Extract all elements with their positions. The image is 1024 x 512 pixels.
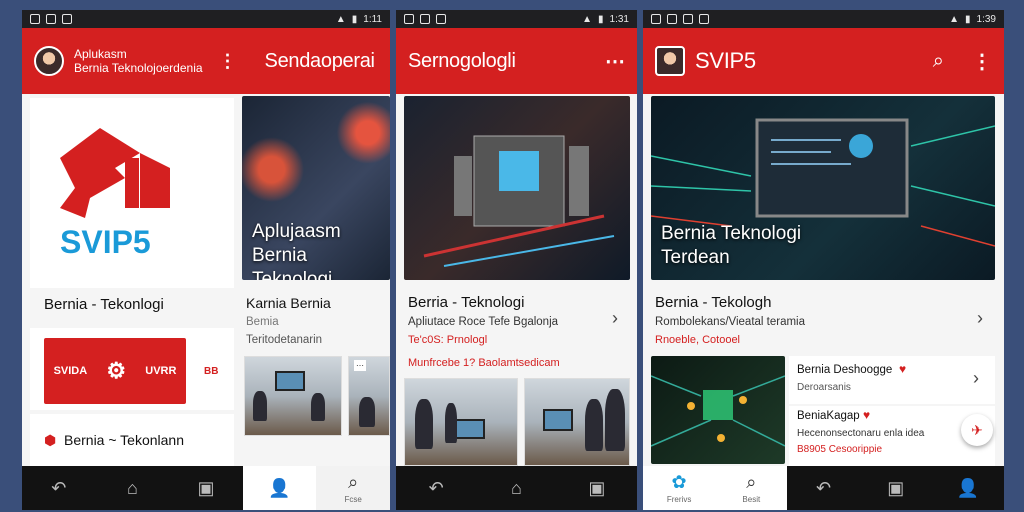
recents-icon[interactable]: ▣ <box>557 466 637 510</box>
battery-icon: ▮ <box>351 13 358 25</box>
search-icon[interactable]: ⌕ <box>933 50 944 73</box>
status-bar: ▲ ▮ 1:11 <box>22 10 390 28</box>
feature-sub: Bemia <box>246 316 279 328</box>
card-sub: Apliutace Roce Tefe Bgalonja <box>408 316 559 328</box>
heart-icon: ♥ <box>863 408 871 422</box>
card-heading: Bernia - Tekologh <box>655 294 772 311</box>
app-bar: Sernogologli ⋯ <box>396 28 637 94</box>
office-photo[interactable] <box>404 378 518 466</box>
card-heading: Berria - Teknologi <box>408 294 525 311</box>
status-time: 1:11 <box>363 13 382 25</box>
gear-icon: ⚙ <box>106 358 127 383</box>
search-icon: ⌕ <box>746 472 757 492</box>
banner-side-label: BB <box>204 366 219 377</box>
photo-label: ⋯ <box>354 360 366 371</box>
feature-image[interactable]: Aplujaasm Bernia Teknologi <box>242 96 390 280</box>
chevron-right-icon[interactable]: › <box>977 308 983 329</box>
more-options-icon[interactable]: ⋯ <box>605 49 625 74</box>
status-bar: ▲ ▮ 1:31 <box>396 10 637 28</box>
heart-icon: ♥ <box>899 362 907 376</box>
recents-icon[interactable]: ▣ <box>860 466 932 510</box>
logo-card[interactable]: SVIP5 <box>30 98 234 288</box>
notification-icon <box>683 14 693 24</box>
status-time: 1:31 <box>609 13 629 25</box>
nav-tab-search[interactable]: ⌕ Besit <box>715 466 788 510</box>
back-icon[interactable]: ↶ <box>396 466 476 510</box>
chevron-right-icon[interactable]: › <box>973 368 979 389</box>
notification-icon <box>667 14 677 24</box>
feature-overlay-text: Aplujaasm Bernia Teknologi <box>252 221 341 280</box>
chevron-right-icon[interactable]: › <box>612 308 618 329</box>
logo-text: SVIP5 <box>60 224 151 260</box>
phone-screen-2: ▲ ▮ 1:31 Sernogologli ⋯ Berria - Teknologi… <box>396 10 637 510</box>
back-icon[interactable]: ↶ <box>22 466 96 510</box>
profile-icon[interactable]: 👤 <box>932 466 1004 510</box>
notification-icon <box>651 14 661 24</box>
nav-tab-home[interactable]: ✿ Frerivs <box>643 466 716 510</box>
battery-icon: ▮ <box>598 13 604 25</box>
app-bar: Aplukasm Bernia Teknolojoerdenia ⋮ Senda… <box>22 28 390 94</box>
home-icon[interactable]: ⌂ <box>476 466 556 510</box>
profile-icon[interactable]: 👤 <box>242 466 317 510</box>
signal-icon: ▲ <box>335 13 346 25</box>
signal-icon: ▲ <box>582 13 593 25</box>
feature-heading: Karnia Bernia <box>246 295 331 311</box>
signal-icon: ▲ <box>949 13 960 25</box>
office-photo[interactable] <box>244 356 342 436</box>
card-red-text: Munfrcebe 1? Baolamtsedicam <box>408 357 560 369</box>
notification-icon <box>420 14 430 24</box>
app-title: Aplukasm Bernia Teknolojoerdenia <box>74 47 203 75</box>
feature-image[interactable]: Bernia Teknologi Terdean <box>651 96 995 280</box>
feature-sub: Teritodetanarin <box>246 334 323 346</box>
card-red-text: Te'c0S: Prnologl <box>408 334 488 346</box>
list-item[interactable]: Bernia Deshoogge ♥ Deroarsanis › <box>789 356 995 404</box>
notification-icon <box>30 14 40 24</box>
avatar[interactable] <box>34 46 64 76</box>
more-options-icon[interactable]: ⋮ <box>972 49 992 74</box>
back-icon[interactable]: ↶ <box>787 466 859 510</box>
app-bar: SVIP5 ⌕ ⋮ <box>643 28 1004 94</box>
status-bar: ▲ ▮ 1:39 <box>643 10 1004 28</box>
nav-bar: ✿ Frerivs ⌕ Besit ↶ ▣ 👤 <box>643 466 1004 510</box>
fab-button[interactable]: ✈ <box>961 414 993 446</box>
flower-icon: ✿ <box>671 472 687 492</box>
notification-icon <box>404 14 414 24</box>
promo-banner[interactable]: SVIDA ⚙ UVRR <box>44 338 186 404</box>
shield-icon: ⬢ <box>44 432 57 448</box>
circuit-image[interactable] <box>651 356 785 464</box>
phone-screen-3: ▲ ▮ 1:39 SVIP5 ⌕ ⋮ Bernia Teknologi Terdea… <box>643 10 1004 510</box>
notification-icon <box>699 14 709 24</box>
notification-icon <box>62 14 72 24</box>
more-options-icon[interactable]: ⋮ <box>219 51 237 72</box>
notification-icon <box>46 14 56 24</box>
phone-screen-1: ▲ ▮ 1:11 Aplukasm Bernia Teknolojoerdenia … <box>22 10 390 510</box>
nav-bar: ↶ ⌂ ▣ <box>396 466 637 510</box>
home-icon[interactable]: ⌂ <box>96 466 170 510</box>
card-sub: Rombolekans/Vieatal teramia <box>655 316 806 328</box>
battery-icon: ▮ <box>965 13 971 25</box>
footer-list-item[interactable]: ⬢ Bernia ~ Tekonlann <box>30 414 234 466</box>
recents-icon[interactable]: ▣ <box>169 466 243 510</box>
notification-icon <box>436 14 446 24</box>
app-title: Sernogologli <box>408 49 516 72</box>
nav-bar: ↶ ⌂ ▣ 👤 ⌕ Fcse <box>22 466 390 510</box>
app-title: SVIP5 <box>695 48 756 73</box>
card-red-text: Rnoeble, Cotooel <box>655 334 741 346</box>
card-heading: Bernia - Tekonlogi <box>44 296 164 313</box>
section-title: Sendaoperai <box>264 49 375 72</box>
search-icon[interactable]: ⌕ Fcse <box>316 466 390 510</box>
status-time: 1:39 <box>976 13 996 25</box>
office-photo[interactable] <box>524 378 630 466</box>
avatar[interactable] <box>655 46 685 76</box>
feature-overlay-text: Bernia Teknologi Terdean <box>661 223 802 268</box>
hardware-image[interactable] <box>404 96 630 280</box>
